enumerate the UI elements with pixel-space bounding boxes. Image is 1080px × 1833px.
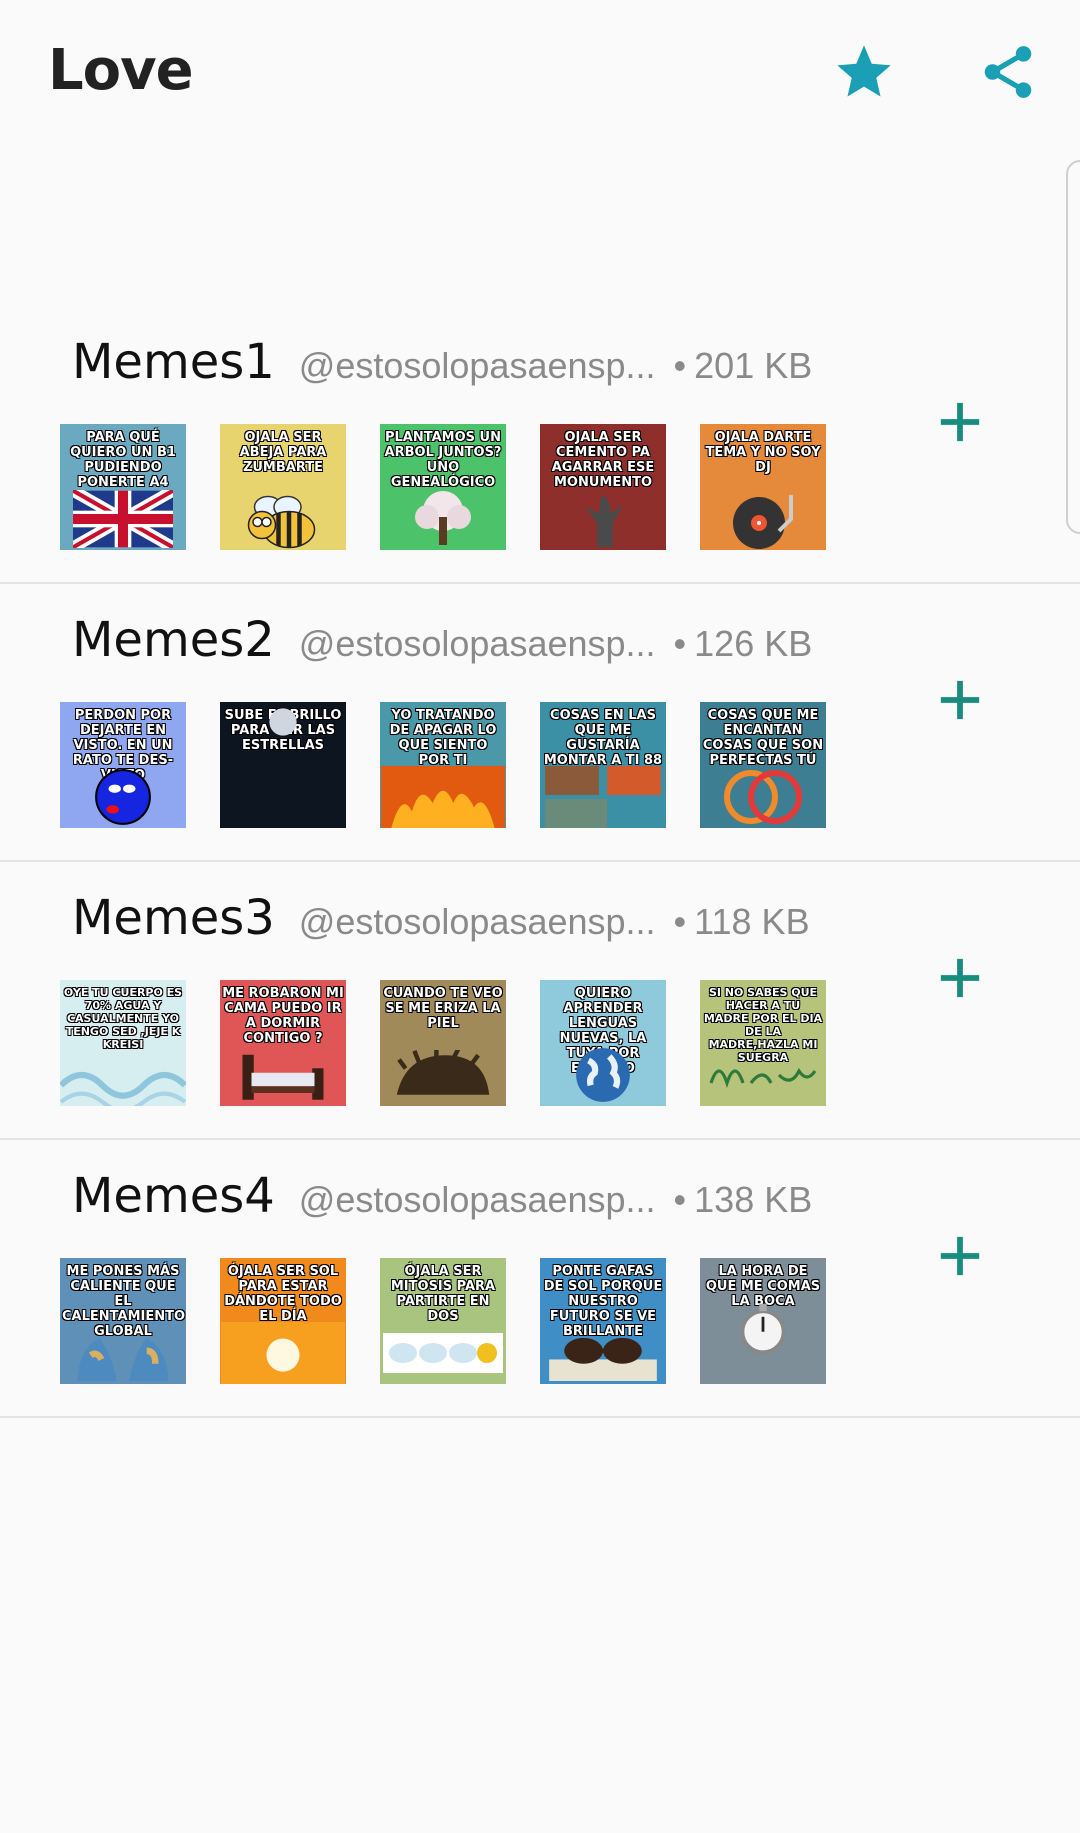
pack-publisher: @estosolopasaensp... bbox=[298, 623, 656, 664]
sticker-thumbnail: OYE TU CUERPO ES 70% AGUA Y CASUALMENTE … bbox=[60, 980, 186, 1106]
sticker-caption: ÓJALA SER SOL PARA ESTAR DÁNDOTE TODO EL… bbox=[224, 1264, 342, 1324]
venn-diagram-image bbox=[700, 766, 826, 828]
sticker-pack-row[interactable]: Memes4 @estosolopasaensp... • 138 KB ME … bbox=[0, 1138, 1080, 1418]
pack-header: Memes3 @estosolopasaensp... • 118 KB bbox=[72, 890, 810, 950]
separator-dot: • bbox=[673, 1179, 687, 1220]
pack-name: Memes1 bbox=[72, 334, 275, 390]
sticker-thumbnail: COSAS EN LAS QUE ME GUSTARÍA MONTAR A TI… bbox=[540, 702, 666, 828]
sticker-thumbnail: PONTE GAFAS DE SOL PORQUE NUESTRO FUTURO… bbox=[540, 1258, 666, 1384]
sticker-caption: OJALA DARTE TEMA Y NO SOY DJ bbox=[705, 430, 821, 475]
sticker-thumbnail: ÓJALA SER SOL PARA ESTAR DÁNDOTE TODO EL… bbox=[220, 1258, 346, 1384]
pack-size: 118 KB bbox=[694, 901, 810, 942]
sunglasses-image bbox=[540, 1322, 666, 1384]
sticker-thumbnail: OJALA SER ABEJA PARA ZUMBARTE bbox=[220, 424, 346, 550]
tree-image bbox=[380, 488, 506, 550]
star-icon bbox=[837, 45, 891, 97]
pack-publisher: @estosolopasaensp... bbox=[298, 901, 656, 942]
pack-header: Memes1 @estosolopasaensp... • 201 KB bbox=[72, 334, 812, 394]
sticker-caption: ME ROBARON MI CAMA PUEDO IR A DORMIR CON… bbox=[222, 986, 344, 1046]
sticker-pack-row[interactable]: Memes2 @estosolopasaensp... • 126 KB PER… bbox=[0, 582, 1080, 862]
globe-image bbox=[540, 1044, 666, 1106]
photo-collage-image bbox=[540, 766, 666, 828]
sticker-thumbnail: PERDON POR DEJARTE EN VISTO. EN UN RATO … bbox=[60, 702, 186, 828]
blue-face-image bbox=[60, 766, 186, 828]
sticker-tray: PARA QUÉ QUIERO UN B1 PUDIENDO PONERTE A… bbox=[60, 424, 860, 550]
plus-icon bbox=[940, 402, 980, 442]
bee-image bbox=[220, 488, 346, 550]
plus-icon bbox=[940, 958, 980, 998]
sticker-caption: OJALA SER ABEJA PARA ZUMBARTE bbox=[239, 430, 327, 475]
sticker-thumbnail: YO TRATANDO DE APAGAR LO QUE SIENTO POR … bbox=[380, 702, 506, 828]
monument-image bbox=[540, 488, 666, 550]
sticker-caption: PARA QUÉ QUIERO UN B1 PUDIENDO PONERTE A… bbox=[70, 430, 176, 490]
sticker-tray: OYE TU CUERPO ES 70% AGUA Y CASUALMENTE … bbox=[60, 980, 860, 1106]
pack-publisher: @estosolopasaensp... bbox=[298, 1179, 656, 1220]
sticker-thumbnail: ME ROBARON MI CAMA PUEDO IR A DORMIR CON… bbox=[220, 980, 346, 1106]
sticker-thumbnail: ME PONES MÁS CALIENTE QUE EL CALENTAMIEN… bbox=[60, 1258, 186, 1384]
sticker-thumbnail: COSAS QUE ME ENCANTAN COSAS QUE SON PERF… bbox=[700, 702, 826, 828]
add-pack-button[interactable] bbox=[930, 1226, 990, 1286]
share-icon bbox=[984, 46, 1032, 98]
separator-dot: • bbox=[673, 901, 687, 942]
sticker-caption: PLANTAMOS UN ARBOL JUNTOS? UNO GENEALÓGI… bbox=[384, 430, 502, 490]
favorite-button[interactable] bbox=[822, 30, 906, 114]
sticker-tray: PERDON POR DEJARTE EN VISTO. EN UN RATO … bbox=[60, 702, 860, 828]
sticker-thumbnail: CUANDO TE VEO SE ME ERIZA LA PIEL bbox=[380, 980, 506, 1106]
uk-flag-image bbox=[60, 488, 186, 550]
sticker-tray: ME PONES MÁS CALIENTE QUE EL CALENTAMIEN… bbox=[60, 1258, 860, 1384]
plus-icon bbox=[940, 1236, 980, 1276]
sticker-thumbnail: SUBE EL BRILLO PARA VER LAS ESTRELLAS bbox=[220, 702, 346, 828]
pack-header: Memes2 @estosolopasaensp... • 126 KB bbox=[72, 612, 812, 672]
bed-image bbox=[220, 1044, 346, 1106]
sticker-thumbnail: LA HORA DE QUE ME COMAS LA BOCA bbox=[700, 1258, 826, 1384]
sticker-caption: CUANDO TE VEO SE ME ERIZA LA PIEL bbox=[383, 986, 503, 1031]
pack-name: Memes3 bbox=[72, 890, 275, 946]
add-pack-button[interactable] bbox=[930, 392, 990, 452]
page-title: Love bbox=[48, 38, 194, 103]
sticker-caption: ÓJALA SER MITOSIS PARA PARTIRTE EN DOS bbox=[390, 1264, 496, 1324]
cells-image bbox=[380, 1322, 506, 1384]
pack-header: Memes4 @estosolopasaensp... • 138 KB bbox=[72, 1168, 812, 1228]
add-pack-button[interactable] bbox=[930, 670, 990, 730]
sticker-thumbnail: SI NO SABES QUE HACER A TU MADRE POR EL … bbox=[700, 980, 826, 1106]
pack-size: 201 KB bbox=[694, 345, 813, 386]
moon-image bbox=[220, 702, 346, 742]
sticker-thumbnail: QUIERO APRENDER LENGUAS NUEVAS, LA TUYA … bbox=[540, 980, 666, 1106]
app-bar: Love bbox=[0, 0, 1080, 140]
hedgehog-image bbox=[380, 1044, 506, 1106]
sticker-caption: YO TRATANDO DE APAGAR LO QUE SIENTO POR … bbox=[389, 708, 497, 768]
pack-name: Memes4 bbox=[72, 1168, 275, 1224]
sticker-thumbnail: PLANTAMOS UN ARBOL JUNTOS? UNO GENEALÓGI… bbox=[380, 424, 506, 550]
pack-name: Memes2 bbox=[72, 612, 275, 668]
plus-icon bbox=[940, 680, 980, 720]
sticker-pack-row[interactable]: Memes1 @estosolopasaensp... • 201 KB PAR… bbox=[0, 304, 1080, 584]
pack-size: 126 KB bbox=[694, 623, 813, 664]
world-hands-image bbox=[60, 1322, 186, 1384]
sticker-pack-row[interactable]: Memes3 @estosolopasaensp... • 118 KB OYE… bbox=[0, 860, 1080, 1140]
mothers-day-script-image bbox=[700, 1044, 826, 1106]
pack-publisher: @estosolopasaensp... bbox=[298, 345, 656, 386]
sticker-thumbnail: OJALA SER CEMENTO PA AGARRAR ESE MONUMEN… bbox=[540, 424, 666, 550]
sticker-thumbnail: PARA QUÉ QUIERO UN B1 PUDIENDO PONERTE A… bbox=[60, 424, 186, 550]
sticker-thumbnail: OJALA DARTE TEMA Y NO SOY DJ bbox=[700, 424, 826, 550]
separator-dot: • bbox=[673, 345, 687, 386]
stopwatch-image bbox=[700, 1300, 826, 1356]
sticker-thumbnail: ÓJALA SER MITOSIS PARA PARTIRTE EN DOS bbox=[380, 1258, 506, 1384]
sticker-caption: OYE TU CUERPO ES 70% AGUA Y CASUALMENTE … bbox=[63, 986, 183, 1051]
pack-size: 138 KB bbox=[694, 1179, 813, 1220]
sun-image bbox=[220, 1322, 346, 1384]
sticker-caption: COSAS QUE ME ENCANTAN COSAS QUE SON PERF… bbox=[702, 708, 824, 768]
sticker-caption: COSAS EN LAS QUE ME GUSTARÍA MONTAR A TI… bbox=[543, 708, 663, 768]
fire-image bbox=[380, 766, 506, 828]
separator-dot: • bbox=[673, 623, 687, 664]
add-pack-button[interactable] bbox=[930, 948, 990, 1008]
share-button[interactable] bbox=[966, 30, 1050, 114]
water-splash-image bbox=[60, 1044, 186, 1106]
sticker-caption: OJALA SER CEMENTO PA AGARRAR ESE MONUMEN… bbox=[551, 430, 655, 490]
turntable-image bbox=[700, 488, 826, 550]
